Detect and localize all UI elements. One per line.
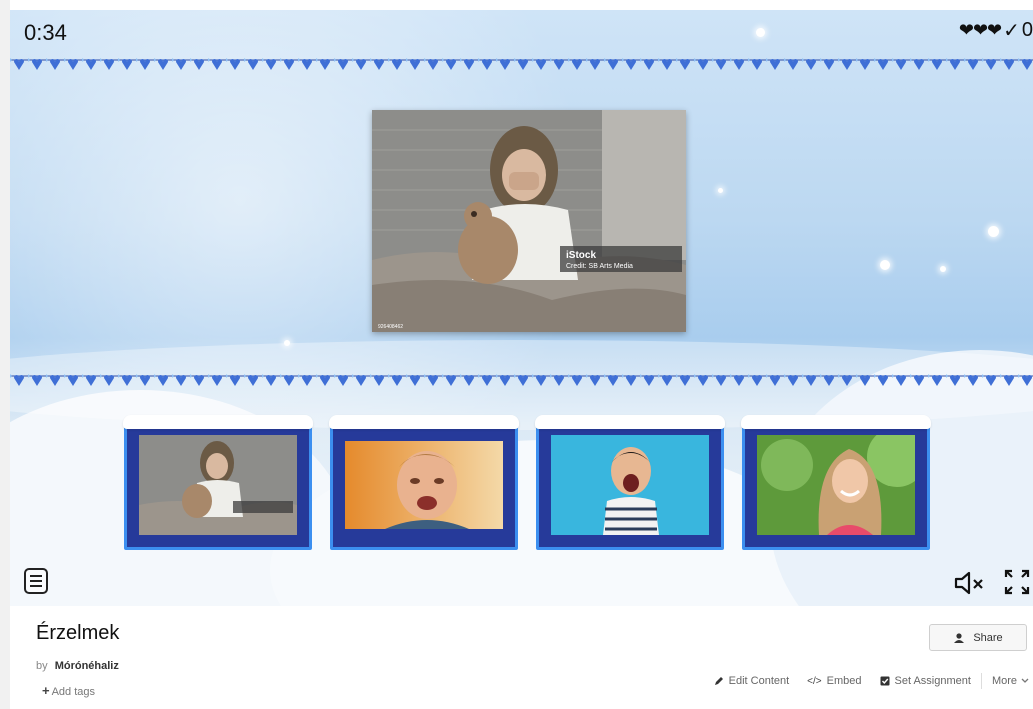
snowflake [718,188,723,193]
snowflake [988,226,999,237]
user-icon [954,632,965,643]
snowflake [940,266,946,272]
check-icon: ✓ [1003,20,1020,42]
more-label: More [991,675,1017,687]
snow-cap [123,415,313,429]
plus-icon: + [42,683,50,698]
choice-image-screaming-boy [551,435,709,535]
answer-choice-4[interactable] [741,415,931,550]
fullscreen-icon[interactable] [1003,568,1031,596]
author-line: by Mórónéhaliz [36,660,119,672]
embed-button[interactable]: </> Embed [807,675,861,687]
watermark-credit: Credit: SB Arts Media [566,263,633,270]
answer-choice-1[interactable] [123,415,313,550]
lives-hearts-icon: ❤❤❤ [958,20,1002,40]
garland-top [10,56,1033,72]
game-canvas[interactable]: 0:34 ❤❤❤ ✓ 0 iStock Credit: SB Arts Medi… [10,10,1033,606]
more-dropdown[interactable]: More [992,675,1029,687]
watermark-id: 926408462 [378,324,403,330]
choice-image-smiling-girl [757,435,915,535]
answer-choice-2[interactable] [329,415,519,550]
code-icon: </> [807,675,822,687]
choice-image-crying-toddler [345,441,503,529]
watermark-brand: iStock [566,250,596,261]
score: 0 [1021,19,1033,41]
embed-label: Embed [826,675,862,687]
divider [980,673,982,689]
share-label: Share [973,631,1003,644]
snow-cap [741,415,931,429]
snow-cap [329,415,519,429]
checkbox-icon [880,676,889,686]
set-assignment-button[interactable]: Set Assignment [880,675,971,687]
snowflake [880,260,890,270]
girl-covering-face-photo: iStock Credit: SB Arts Media 926408462 [372,110,686,332]
timer: 0:34 [24,20,67,45]
activity-info: Érzelmek by Mórónéhaliz + Add tags Share … [0,606,1033,709]
menu-button[interactable] [24,568,48,594]
set-assignment-label: Set Assignment [894,675,971,687]
question-image: iStock Credit: SB Arts Media 926408462 [372,110,686,332]
edit-content-label: Edit Content [728,675,790,687]
author-link[interactable]: Mórónéhaliz [55,660,119,672]
activity-title: Érzelmek [36,622,120,644]
page-left-margin [0,0,10,709]
menu-line [30,580,42,582]
share-button[interactable]: Share [929,624,1027,651]
choice-image-scared-girl [139,435,297,535]
add-tags-label: Add tags [51,686,96,698]
menu-line [30,585,42,587]
by-label: by [36,660,48,672]
edit-content-button[interactable]: Edit Content [714,675,790,687]
answer-choice-3[interactable] [535,415,725,550]
add-tags-link[interactable]: + Add tags [42,683,95,698]
snow-cap [535,415,725,429]
menu-line [30,575,42,577]
snowflake [284,340,290,346]
garland-bottom [10,372,1033,388]
snowflake [756,28,765,37]
chevron-down-icon [1021,678,1029,683]
lives-and-score: ❤❤❤ ✓ 0 [959,18,1033,43]
activity-actions: Edit Content </> Embed Set Assignment Mo… [696,673,1029,689]
pencil-icon [714,677,723,685]
mute-icon[interactable] [953,570,987,596]
